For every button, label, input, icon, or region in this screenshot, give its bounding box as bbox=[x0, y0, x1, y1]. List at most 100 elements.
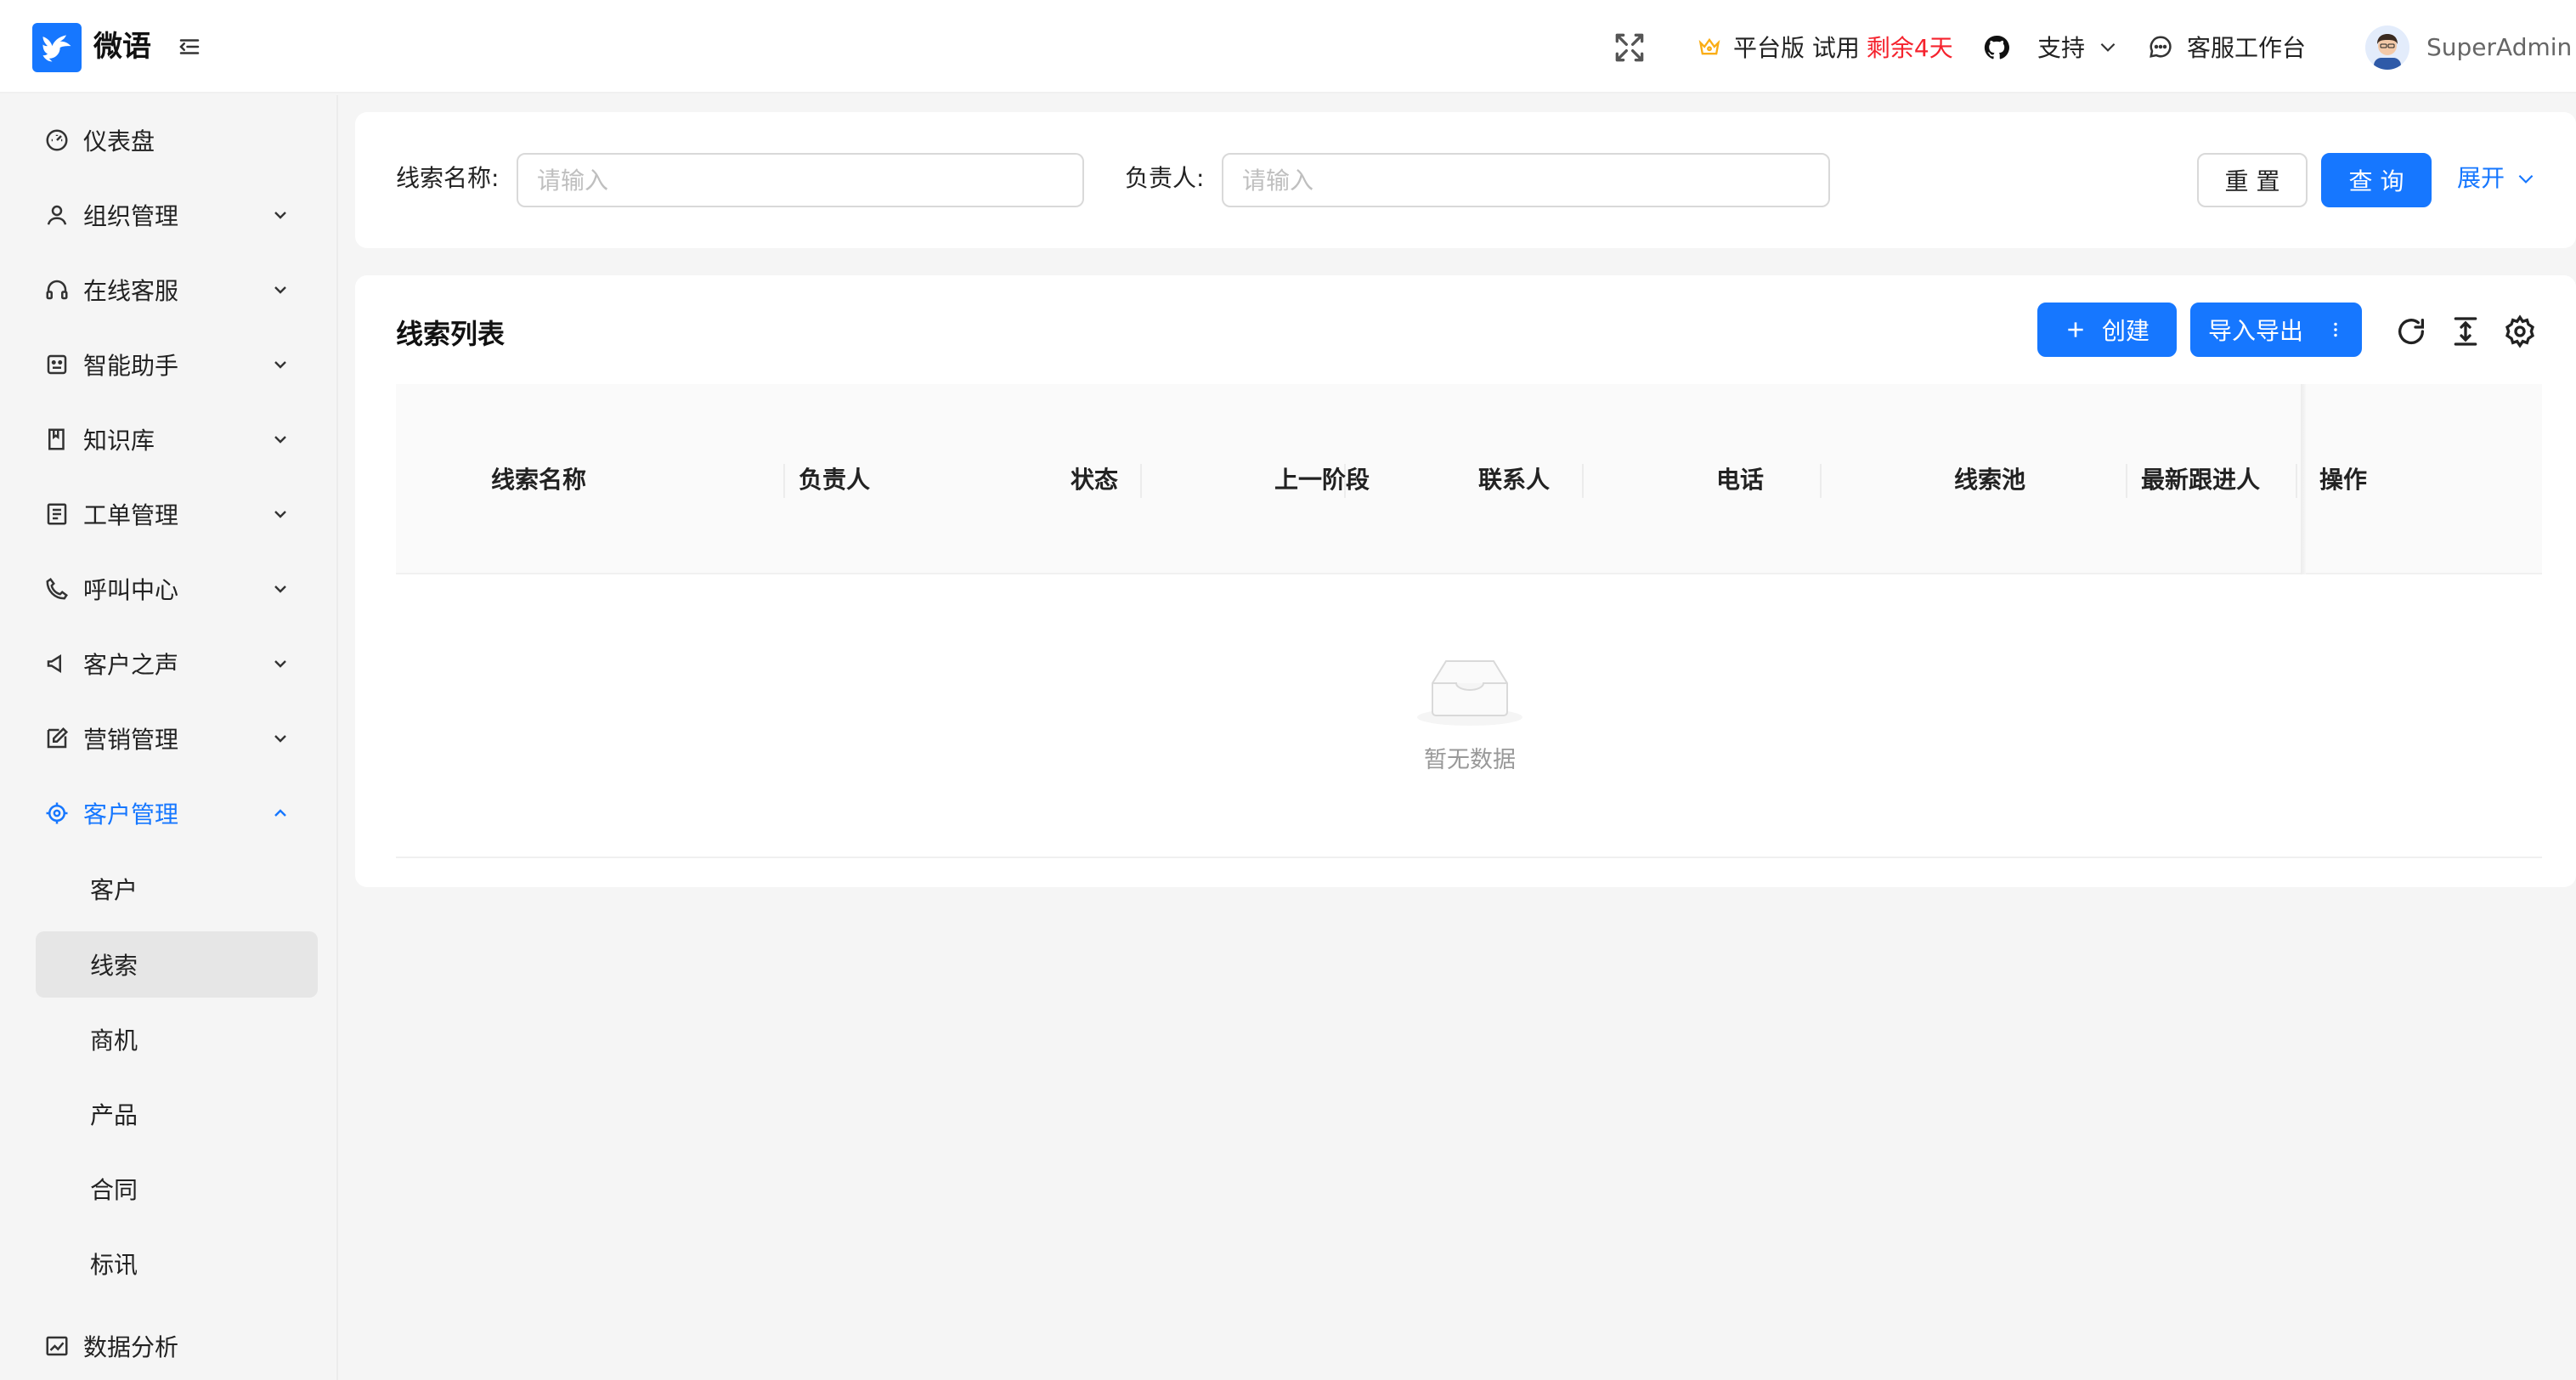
column-header-lead-name[interactable]: 线索名称 bbox=[491, 464, 586, 496]
chevron-down-icon bbox=[274, 286, 286, 294]
sidebar-item-customer-management[interactable]: 客户管理 bbox=[36, 786, 316, 840]
chevron-down-icon bbox=[2100, 42, 2116, 52]
sidebar-item-label: 呼叫中心 bbox=[83, 576, 179, 604]
reset-button[interactable]: 重 置 bbox=[2197, 153, 2308, 207]
empty-state: 暂无数据 bbox=[1376, 653, 1563, 774]
sidebar-item-label: 工单管理 bbox=[83, 501, 179, 529]
sidebar-item-label: 智能助手 bbox=[83, 352, 179, 380]
sidebar-item-label: 数据分析 bbox=[83, 1333, 179, 1361]
column-header-last-follower[interactable]: 最新跟进人 bbox=[2141, 464, 2260, 496]
support-label: 支持 bbox=[2037, 34, 2086, 62]
table-bottom-border bbox=[396, 857, 2542, 858]
table-header-row: 线索名称 负责人 状态 上一阶段 联系人 电话 线索池 最新跟进人 操作 bbox=[396, 384, 2542, 574]
column-divider bbox=[783, 464, 785, 498]
chat-bubble-icon bbox=[2149, 36, 2172, 58]
github-icon[interactable] bbox=[1983, 34, 2010, 61]
trial-plan-label: 平台版 试用 bbox=[1733, 34, 1860, 62]
create-button[interactable]: 创建 bbox=[2037, 303, 2177, 357]
column-header-owner[interactable]: 负责人 bbox=[799, 464, 870, 496]
chevron-down-icon bbox=[274, 436, 286, 444]
owner-label: 负责人: bbox=[1125, 164, 1205, 192]
app-name: 微语 bbox=[93, 30, 151, 64]
sidebar-item-label: 知识库 bbox=[83, 427, 155, 455]
more-vertical-icon bbox=[2334, 322, 2337, 337]
create-label: 创建 bbox=[2101, 317, 2149, 345]
chevron-down-icon bbox=[274, 361, 286, 369]
sidebar-subitem-products[interactable]: 产品 bbox=[36, 1081, 318, 1147]
avatar[interactable] bbox=[2365, 25, 2409, 70]
sidebar-subitem-leads[interactable]: 线索 bbox=[36, 931, 318, 998]
plus-icon bbox=[2068, 322, 2083, 337]
chevron-down-icon bbox=[274, 585, 286, 593]
reload-icon[interactable] bbox=[2394, 314, 2428, 348]
column-header-contact[interactable]: 联系人 bbox=[1478, 464, 1550, 496]
chevron-down-icon bbox=[274, 735, 286, 743]
sidebar-item-tickets[interactable]: 工单管理 bbox=[36, 487, 316, 541]
sidebar-item-label: 仪表盘 bbox=[83, 127, 155, 156]
sidebar-item-data-analysis[interactable]: 数据分析 bbox=[36, 1319, 316, 1373]
column-header-actions: 操作 bbox=[2319, 466, 2368, 494]
sidebar-item-label: 客户之声 bbox=[83, 651, 179, 679]
query-button[interactable]: 查 询 bbox=[2321, 153, 2432, 207]
column-header-lead-pool[interactable]: 线索池 bbox=[1954, 464, 2025, 496]
ticket-list-icon bbox=[47, 503, 67, 525]
chevron-down-icon bbox=[274, 660, 286, 668]
support-menu[interactable]: 支持 bbox=[2037, 25, 2119, 68]
column-header-phone[interactable]: 电话 bbox=[1716, 464, 1764, 496]
owner-input[interactable] bbox=[1222, 153, 1830, 207]
user-avatar-icon bbox=[2365, 25, 2409, 70]
column-divider bbox=[1820, 464, 1822, 498]
top-header: 微语 平台版 试用 剩余4天 支持 客服工作台 SuperAdmin bbox=[0, 0, 2576, 93]
sidebar-item-knowledge-base[interactable]: 知识库 bbox=[36, 412, 316, 467]
trial-info[interactable]: 平台版 试用 剩余4天 bbox=[1698, 25, 1953, 68]
sidebar-item-ai-assistant[interactable]: 智能助手 bbox=[36, 337, 316, 392]
crown-icon bbox=[1698, 37, 1720, 55]
import-export-button[interactable]: 导入导出 bbox=[2190, 303, 2362, 357]
column-divider bbox=[2126, 464, 2127, 498]
sidebar-subitem-customers[interactable]: 客户 bbox=[36, 856, 318, 922]
settings-gear-icon[interactable] bbox=[2503, 314, 2537, 348]
book-icon bbox=[48, 428, 65, 450]
phone-icon bbox=[46, 578, 68, 600]
headset-icon bbox=[46, 280, 68, 300]
sidebar: 仪表盘 组织管理 在线客服 智能助手 知识库 工单管理 呼叫中心 客户之声 营销… bbox=[0, 95, 338, 1380]
megaphone-icon bbox=[47, 653, 61, 674]
trial-remaining-label: 剩余4天 bbox=[1866, 34, 1953, 62]
sidebar-item-label: 组织管理 bbox=[83, 202, 179, 230]
sidebar-item-dashboard[interactable]: 仪表盘 bbox=[36, 113, 316, 167]
sidebar-subitem-contracts[interactable]: 合同 bbox=[36, 1156, 318, 1222]
sidebar-item-call-center[interactable]: 呼叫中心 bbox=[36, 562, 316, 616]
menu-fold-icon[interactable] bbox=[177, 34, 202, 59]
workbench-label: 客服工作台 bbox=[2187, 34, 2307, 62]
bird-logo-icon bbox=[42, 35, 71, 62]
sidebar-item-organization[interactable]: 组织管理 bbox=[36, 188, 316, 242]
sidebar-item-voice-of-customer[interactable]: 客户之声 bbox=[36, 636, 316, 691]
sidebar-subitem-bids[interactable]: 标讯 bbox=[36, 1230, 318, 1297]
column-height-icon[interactable] bbox=[2449, 314, 2483, 348]
chevron-down-icon bbox=[2518, 174, 2534, 184]
import-export-label: 导入导出 bbox=[2207, 317, 2303, 345]
user-icon bbox=[47, 205, 67, 225]
sidebar-item-marketing[interactable]: 营销管理 bbox=[36, 711, 316, 766]
expand-toggle[interactable]: 展开 bbox=[2457, 161, 2537, 195]
agent-workbench-link[interactable]: 客服工作台 bbox=[2148, 25, 2306, 68]
sidebar-item-label: 在线客服 bbox=[83, 277, 179, 305]
target-icon bbox=[46, 802, 68, 824]
sidebar-subitem-opportunities[interactable]: 商机 bbox=[36, 1006, 318, 1072]
fullscreen-icon[interactable] bbox=[1611, 29, 1648, 66]
lead-name-input[interactable] bbox=[517, 153, 1084, 207]
column-divider bbox=[1582, 464, 1584, 498]
fixed-column-shadow bbox=[2301, 384, 2306, 574]
table-title: 线索列表 bbox=[396, 318, 506, 350]
column-header-status[interactable]: 状态 bbox=[1071, 464, 1118, 496]
logo[interactable] bbox=[32, 23, 82, 72]
sidebar-item-online-service[interactable]: 在线客服 bbox=[36, 263, 316, 317]
username[interactable]: SuperAdmin bbox=[2426, 25, 2572, 70]
sidebar-item-label: 营销管理 bbox=[83, 726, 179, 754]
robot-icon bbox=[47, 354, 67, 375]
column-header-previous-stage[interactable]: 上一阶段 bbox=[1274, 464, 1370, 496]
search-form-card: 线索名称: 负责人: 重 置 查 询 展开 bbox=[355, 112, 2576, 248]
chevron-down-icon bbox=[274, 511, 286, 518]
line-chart-icon bbox=[46, 1336, 68, 1356]
column-divider bbox=[2296, 464, 2297, 498]
